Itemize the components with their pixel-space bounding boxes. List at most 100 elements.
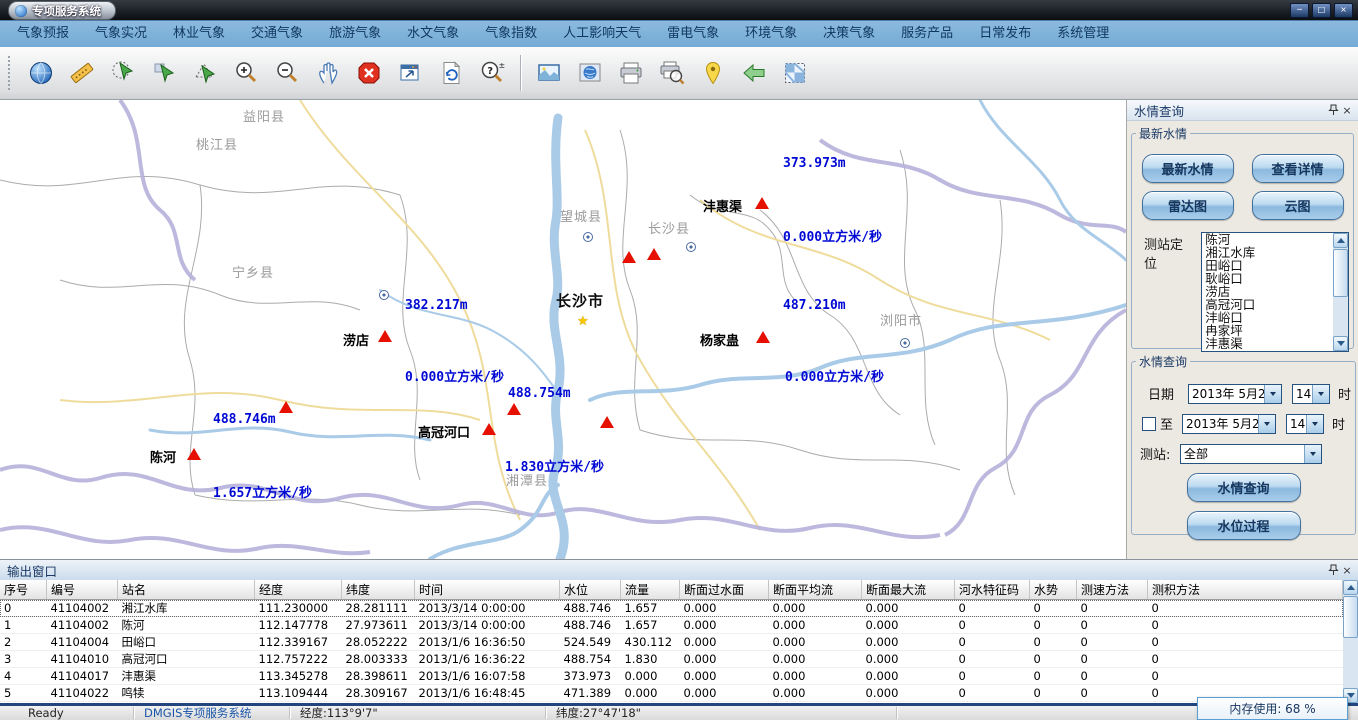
stop-tool-icon[interactable] — [354, 56, 384, 90]
latest-water-button[interactable]: 最新水情 — [1142, 154, 1234, 183]
date-from-dropdown-icon[interactable] — [1264, 385, 1281, 403]
station-triangle-marker[interactable] — [187, 448, 201, 460]
table-row[interactable]: 541104022鸣犊113.10944428.3091672013/1/6 1… — [0, 685, 1343, 702]
column-header[interactable]: 水势 — [1030, 580, 1077, 600]
station-triangle-marker[interactable] — [600, 416, 614, 428]
output-pin-icon[interactable] — [1326, 563, 1340, 577]
menu-item[interactable]: 林业气象 — [160, 21, 238, 47]
pin-icon[interactable] — [1326, 103, 1340, 117]
pan-tool-icon[interactable] — [313, 56, 343, 90]
station-listbox[interactable]: 陈河湘江水库田峪口耿峪口涝店高冠河口沣峪口冉家坪沣惠渠 — [1201, 232, 1349, 352]
column-header[interactable]: 纬度 — [342, 580, 415, 600]
hour-from-dropdown-icon[interactable] — [1312, 385, 1329, 403]
radar-image-button[interactable]: 雷达图 — [1142, 191, 1234, 220]
hour-from-picker[interactable]: 14 — [1292, 384, 1330, 404]
back-tool-icon[interactable] — [739, 56, 769, 90]
measure-tool-icon[interactable] — [67, 56, 97, 90]
station-triangle-marker[interactable] — [507, 403, 521, 415]
column-header[interactable]: 断面最大流 — [862, 580, 955, 600]
date-from-picker[interactable]: 2013年 5月20日 — [1188, 384, 1282, 404]
select-feature-tool-icon[interactable] — [108, 56, 138, 90]
view-details-button[interactable]: 查看详情 — [1252, 154, 1344, 183]
select-lasso-tool-icon[interactable] — [190, 56, 220, 90]
table-row[interactable]: 641104031库峪口112.92277828.2327782013/1/6 … — [0, 702, 1343, 704]
identify-tool-icon[interactable]: ?± — [477, 56, 507, 90]
column-header[interactable]: 序号 — [0, 580, 47, 600]
scroll-up-icon[interactable] — [1333, 233, 1348, 248]
zoom-in-tool-icon[interactable] — [231, 56, 261, 90]
menu-item[interactable]: 交通气象 — [238, 21, 316, 47]
menu-item[interactable]: 日常发布 — [966, 21, 1044, 47]
locate-pin-tool-icon[interactable] — [698, 56, 728, 90]
map-canvas[interactable]: 益阳县桃江县宁乡县望城县长沙县浏阳市湘潭县373.973m0.000立方米/秒4… — [0, 100, 1126, 559]
menu-item[interactable]: 服务产品 — [888, 21, 966, 47]
table-row[interactable]: 441104017沣惠渠113.34527828.3986112013/1/6 … — [0, 668, 1343, 685]
output-close-icon[interactable]: × — [1340, 563, 1354, 577]
close-button[interactable]: × — [1334, 3, 1353, 18]
station-triangle-marker[interactable] — [622, 251, 636, 263]
column-header[interactable]: 断面过水面 — [680, 580, 769, 600]
column-header[interactable]: 流量 — [621, 580, 680, 600]
print-preview-tool-icon[interactable] — [657, 56, 687, 90]
table-row[interactable]: 241104004田峪口112.33916728.0522222013/1/6 … — [0, 634, 1343, 651]
print-tool-icon[interactable] — [616, 56, 646, 90]
station-list-scrollbar[interactable] — [1333, 233, 1348, 351]
output-scroll-up-icon[interactable] — [1343, 580, 1358, 595]
minimize-button[interactable]: ─ — [1290, 3, 1309, 18]
menu-item[interactable]: 系统管理 — [1044, 21, 1122, 47]
export-image-tool-icon[interactable] — [534, 56, 564, 90]
table-row[interactable]: 341104010高冠河口112.75722228.0033332013/1/6… — [0, 651, 1343, 668]
station-triangle-marker[interactable] — [755, 197, 769, 209]
water-query-button[interactable]: 水情查询 — [1187, 473, 1301, 502]
column-header[interactable]: 站名 — [118, 580, 255, 600]
full-extent-tool-icon[interactable] — [395, 56, 425, 90]
menu-item[interactable]: 环境气象 — [732, 21, 810, 47]
cloud-image-button[interactable]: 云图 — [1252, 191, 1344, 220]
column-header[interactable]: 测积方法 — [1148, 580, 1343, 600]
overview-map-tool-icon[interactable] — [780, 56, 810, 90]
column-header[interactable]: 编号 — [47, 580, 118, 600]
app-tab[interactable]: 专项服务系统 — [8, 1, 116, 20]
menu-item[interactable]: 旅游气象 — [316, 21, 394, 47]
output-scroll-thumb[interactable] — [1343, 596, 1358, 638]
column-header[interactable]: 断面平均流 — [769, 580, 862, 600]
menu-item[interactable]: 气象实况 — [82, 21, 160, 47]
maximize-button[interactable]: □ — [1312, 3, 1331, 18]
station-triangle-marker[interactable] — [482, 423, 496, 435]
date-to-dropdown-icon[interactable] — [1258, 415, 1275, 433]
range-checkbox[interactable] — [1142, 417, 1156, 431]
hour-to-picker[interactable]: 14 — [1286, 414, 1324, 434]
menu-item[interactable]: 气象预报 — [4, 21, 82, 47]
scroll-down-icon[interactable] — [1333, 336, 1348, 351]
table-row[interactable]: 141104002陈河112.14777827.9736112013/3/14 … — [0, 617, 1343, 634]
menu-item[interactable]: 气象指数 — [472, 21, 550, 47]
menu-item[interactable]: 水文气象 — [394, 21, 472, 47]
zoom-out-tool-icon[interactable] — [272, 56, 302, 90]
column-header[interactable]: 经度 — [255, 580, 342, 600]
station-select[interactable]: 全部 — [1180, 444, 1322, 464]
station-dropdown-icon[interactable] — [1304, 445, 1321, 463]
refresh-tool-icon[interactable] — [436, 56, 466, 90]
menu-item[interactable]: 雷电气象 — [654, 21, 732, 47]
station-triangle-marker[interactable] — [378, 330, 392, 342]
column-header[interactable]: 河水特征码 — [955, 580, 1030, 600]
table-row[interactable]: 041104002湘江水库111.23000028.2811112013/3/1… — [0, 600, 1343, 617]
station-triangle-marker[interactable] — [756, 331, 770, 343]
menu-item[interactable]: 决策气象 — [810, 21, 888, 47]
column-header[interactable]: 时间 — [415, 580, 560, 600]
station-triangle-marker[interactable] — [647, 248, 661, 260]
output-scrollbar[interactable] — [1343, 580, 1358, 703]
column-header[interactable]: 水位 — [560, 580, 621, 600]
hour-to-dropdown-icon[interactable] — [1306, 415, 1323, 433]
toolbar-grip[interactable] — [8, 56, 13, 90]
world-image-tool-icon[interactable] — [575, 56, 605, 90]
select-arrow-tool-icon[interactable] — [149, 56, 179, 90]
menu-item[interactable]: 人工影响天气 — [550, 21, 654, 47]
column-header[interactable]: 测速方法 — [1077, 580, 1148, 600]
globe-tool-icon[interactable] — [26, 56, 56, 90]
date-to-picker[interactable]: 2013年 5月20日 — [1182, 414, 1276, 434]
station-triangle-marker[interactable] — [279, 401, 293, 413]
scroll-thumb[interactable] — [1333, 249, 1348, 297]
water-level-process-button[interactable]: 水位过程 — [1187, 511, 1301, 540]
station-list-item[interactable]: 沣惠渠 — [1203, 337, 1332, 350]
